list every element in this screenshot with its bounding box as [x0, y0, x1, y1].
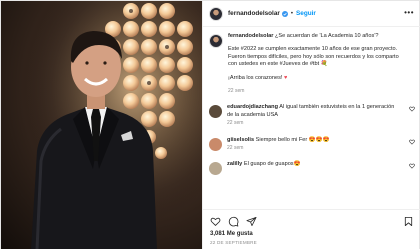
- save-bookmark-icon[interactable]: [403, 216, 414, 227]
- comments-section[interactable]: fernandodelsolar ¿Se acuerdan de 'La Aca…: [203, 27, 420, 207]
- caption-hearts-call: ¡Arriba los corazones!: [228, 74, 284, 81]
- comment-text: Siempre bello mi Fer: [255, 136, 309, 143]
- share-paper-plane-icon[interactable]: [246, 216, 257, 227]
- comment-item: giiselsolis Siempre bello mi Fer 😍😍😍 22 …: [209, 137, 415, 153]
- comment-bubble-icon[interactable]: [228, 216, 239, 227]
- comment-time: 22 sem: [227, 145, 244, 152]
- header-separator: •: [290, 10, 293, 17]
- caption-avatar[interactable]: [209, 34, 224, 48]
- commenter-username[interactable]: zalilly: [227, 161, 242, 167]
- red-heart-emoji-icon: ♥: [284, 74, 288, 81]
- commenter-username[interactable]: giiselsolis: [227, 137, 254, 143]
- verified-badge-icon: [281, 10, 288, 17]
- comment-text: El guapo de guapos: [243, 161, 294, 168]
- caption-line-2: Este #2022 se cumplen exactamente 10 año…: [228, 46, 408, 68]
- like-heart-icon[interactable]: [210, 216, 221, 227]
- post-header: fernandodelsolar • Seguir •••: [203, 1, 420, 27]
- caption-body: fernandodelsolar ¿Se acuerdan de 'La Aca…: [228, 33, 408, 95]
- comment-body: eduardojdiazchang Al igual también estuv…: [227, 104, 397, 127]
- person-in-suit-image: [31, 31, 157, 249]
- caption-time: 22 sem: [228, 88, 245, 95]
- like-comment-heart-icon[interactable]: [409, 139, 415, 145]
- post-actions: 3,081 Me gusta 22 DE SEPTIEMBRE: [203, 209, 420, 249]
- heart-eyes-emoji-icon: 😍😍😍: [308, 136, 330, 143]
- post-photo[interactable]: [1, 1, 203, 249]
- flower-emoji-icon: 💐: [320, 61, 328, 68]
- like-comment-heart-icon[interactable]: [409, 163, 415, 170]
- post-date: 22 DE SEPTIEMBRE: [210, 240, 257, 245]
- comment-time: 22 sem: [227, 120, 244, 127]
- comment-item: eduardojdiazchang Al igual también estuv…: [209, 104, 415, 127]
- commenter-avatar[interactable]: [209, 162, 223, 176]
- commenter-avatar[interactable]: [209, 105, 223, 119]
- post-caption: fernandodelsolar ¿Se acuerdan de 'La Aca…: [209, 33, 415, 95]
- author-avatar[interactable]: [209, 6, 224, 21]
- instagram-post: fernandodelsolar • Seguir ••• fernandode…: [0, 0, 420, 249]
- more-options-icon[interactable]: •••: [404, 8, 414, 17]
- author-username[interactable]: fernandodelsolar: [228, 10, 280, 17]
- heart-eyes-emoji-icon: 😍: [293, 161, 301, 168]
- caption-paragraph: Este #2022 se cumplen exactamente 10 año…: [228, 46, 399, 68]
- commenter-avatar[interactable]: [209, 137, 223, 151]
- comment-item: zalilly El guapo de guapos😍: [209, 161, 415, 176]
- post-side-panel: fernandodelsolar • Seguir ••• fernandode…: [202, 1, 420, 249]
- caption-line-1: fernandodelsolar ¿Se acuerdan de 'La Aca…: [228, 33, 408, 40]
- comment-body: zalilly El guapo de guapos😍: [227, 161, 397, 175]
- follow-button[interactable]: Seguir: [296, 10, 316, 17]
- likes-count[interactable]: 3,081 Me gusta: [210, 231, 414, 237]
- comment-body: giiselsolis Siempre bello mi Fer 😍😍😍 22 …: [227, 137, 397, 153]
- caption-username[interactable]: fernandodelsolar: [228, 33, 273, 39]
- commenter-username[interactable]: eduardojdiazchang: [227, 104, 278, 110]
- action-icon-row: [210, 213, 414, 230]
- caption-line-3: ¡Arriba los corazones! ♥: [228, 75, 408, 82]
- like-comment-heart-icon[interactable]: [409, 106, 415, 112]
- caption-question: ¿Se acuerdan de 'La Academia 10 años'?: [274, 33, 379, 39]
